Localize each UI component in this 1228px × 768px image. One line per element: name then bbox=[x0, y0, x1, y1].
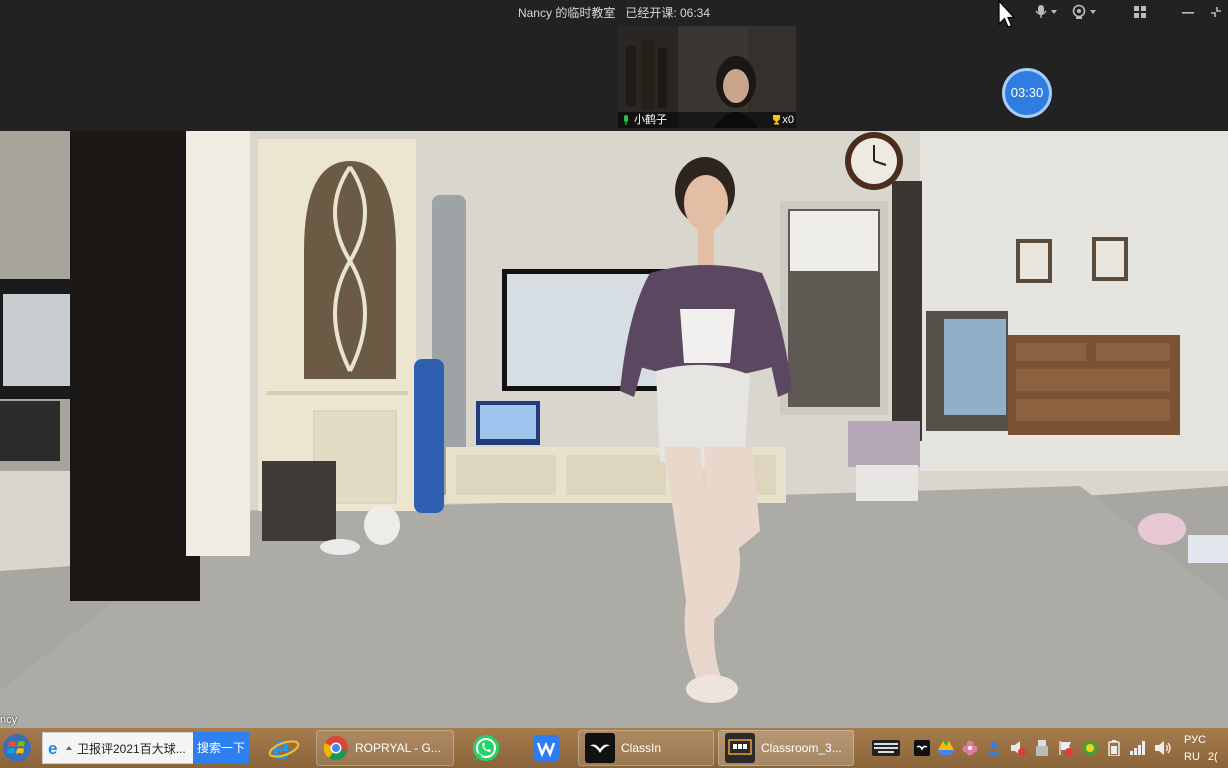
countdown-timer[interactable]: 03:30 bbox=[1002, 68, 1052, 118]
classroom-title: Nancy 的临时教室 bbox=[517, 6, 616, 20]
trophy-count-value: x0 bbox=[782, 114, 794, 126]
taskbar-app-classroom[interactable]: Classroom_3... bbox=[718, 730, 854, 766]
wps-button[interactable] bbox=[528, 730, 564, 766]
whatsapp-button[interactable] bbox=[466, 730, 506, 766]
whatsapp-icon bbox=[473, 735, 499, 761]
tray-usb[interactable] bbox=[1032, 738, 1052, 758]
student-name: 小鹤子 bbox=[634, 114, 667, 126]
dropdown-arrow-icon bbox=[66, 746, 72, 750]
language-code: РУС bbox=[1184, 734, 1207, 746]
restore-button[interactable] bbox=[1206, 2, 1226, 22]
flower-icon bbox=[962, 740, 978, 756]
taskbar-app-classin-label: ClassIn bbox=[621, 741, 662, 755]
search-query: 卫报评2021百大球... bbox=[77, 741, 186, 756]
grid-layout-icon bbox=[1134, 6, 1146, 18]
classroom-header: Nancy 的临时教室 已经开课: 06:34 小鹤子 x0 03:30 bbox=[0, 0, 1228, 131]
tray-360[interactable] bbox=[1080, 738, 1100, 758]
microphone-toggle[interactable] bbox=[1030, 2, 1062, 22]
microphone-icon bbox=[1035, 5, 1057, 18]
wps-office-icon bbox=[533, 735, 559, 761]
classin-icon bbox=[585, 733, 615, 763]
taskbar-app-classroom-label: Classroom_3... bbox=[761, 741, 842, 755]
ballet-room-scene bbox=[0, 131, 1228, 728]
trophy-count: x0 bbox=[771, 112, 794, 128]
search-button[interactable]: 搜索一下 bbox=[193, 732, 249, 764]
locale-code: RU 2( bbox=[1184, 749, 1224, 765]
trophy-icon bbox=[773, 115, 781, 125]
microphone-active-icon bbox=[624, 115, 628, 125]
classroom-icon bbox=[725, 733, 755, 763]
tray-volume[interactable] bbox=[1152, 738, 1174, 758]
teacher-video-feed: ncy bbox=[0, 131, 1228, 728]
taskbar-app-classin[interactable]: ClassIn bbox=[578, 730, 714, 766]
tray-flower[interactable] bbox=[960, 738, 980, 758]
language-indicator[interactable]: РУС RU 2( bbox=[1184, 732, 1224, 765]
tray-flag[interactable] bbox=[1056, 738, 1076, 758]
taskbar-app-chrome[interactable]: ROPRYAL - G... bbox=[316, 730, 454, 766]
action-center-flag-icon bbox=[1059, 741, 1073, 756]
search-input[interactable]: e 卫报评2021百大球... bbox=[42, 732, 194, 764]
svg-text:e: e bbox=[48, 739, 57, 757]
usb-device-icon bbox=[1036, 740, 1048, 756]
tray-volume-warning[interactable] bbox=[1008, 738, 1028, 758]
class-status: 已经开课: 06:34 bbox=[625, 6, 711, 20]
tray-user[interactable] bbox=[984, 738, 1004, 758]
locale-value: RU bbox=[1184, 751, 1200, 763]
network-signal-icon bbox=[1130, 741, 1145, 755]
battery-icon bbox=[1108, 740, 1120, 756]
mouse-cursor-icon bbox=[998, 0, 1015, 28]
classin-tray-icon bbox=[914, 740, 930, 756]
chrome-icon bbox=[323, 736, 348, 760]
windows-logo-icon bbox=[3, 734, 31, 762]
keyboard-tray-button[interactable] bbox=[870, 738, 902, 758]
student-name-bar: 小鹤子 x0 bbox=[618, 112, 796, 128]
tray-network[interactable] bbox=[1128, 738, 1148, 758]
teacher-name-label: ncy bbox=[0, 714, 18, 726]
start-button[interactable] bbox=[0, 730, 34, 766]
tray-battery[interactable] bbox=[1104, 738, 1124, 758]
clock-partial: 2( bbox=[1207, 751, 1218, 763]
google-drive-icon bbox=[938, 741, 954, 755]
security-shield-icon bbox=[1083, 741, 1097, 755]
keyboard-icon bbox=[872, 740, 900, 756]
camera-toggle[interactable] bbox=[1068, 2, 1102, 22]
minimize-icon bbox=[1182, 12, 1194, 14]
tray-classin[interactable] bbox=[912, 738, 932, 758]
student-video-thumbnail[interactable]: 小鹤子 x0 bbox=[618, 26, 796, 128]
layout-button[interactable] bbox=[1130, 2, 1150, 22]
speaker-warning-icon bbox=[1011, 741, 1026, 756]
tray-drive[interactable] bbox=[936, 738, 956, 758]
windows-taskbar: e 卫报评2021百大球... 搜索一下 e ROPRYAL - G... Cl… bbox=[0, 728, 1228, 768]
camera-icon bbox=[1072, 4, 1096, 19]
minimize-button[interactable] bbox=[1178, 2, 1198, 22]
speaker-icon bbox=[1155, 741, 1171, 755]
taskbar-app-chrome-label: ROPRYAL - G... bbox=[355, 741, 441, 755]
internet-explorer-icon: e bbox=[268, 732, 300, 764]
person-icon bbox=[987, 741, 1001, 756]
internet-explorer-button[interactable]: e bbox=[264, 730, 304, 766]
internet-explorer-small-icon: e bbox=[48, 739, 57, 757]
restore-icon bbox=[1211, 7, 1221, 17]
classin-window: Nancy 的临时教室 已经开课: 06:34 小鹤子 x0 03:30 ncy… bbox=[0, 0, 1228, 768]
